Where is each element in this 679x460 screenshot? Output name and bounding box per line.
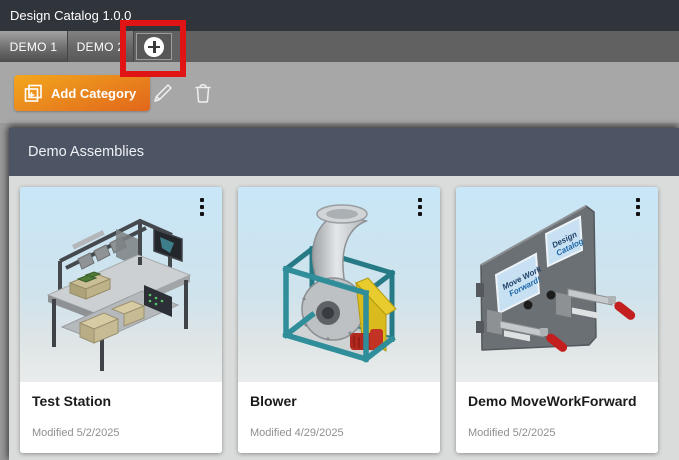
card-menu-kebab-icon[interactable] (630, 196, 646, 220)
window-title: Design Catalog 1.0.0 (10, 0, 131, 31)
title-bar: Design Catalog 1.0.0 (0, 0, 679, 31)
plus-icon (144, 37, 164, 57)
delete-button[interactable] (186, 76, 220, 110)
card-title: Blower (250, 393, 297, 409)
card-modified-date: Modified 5/2/2025 (468, 427, 555, 439)
add-category-label: Add Category (51, 86, 136, 101)
toolbar: Add Category (0, 62, 679, 123)
assembly-card-blower[interactable]: Blower Modified 4/29/2025 (238, 187, 440, 453)
fixture-plate-thumbnail: Move Work Forward! Design Catalog (456, 187, 658, 382)
card-menu-kebab-icon[interactable] (412, 196, 428, 220)
edit-button[interactable] (146, 76, 180, 110)
fixture-plate-3d-render: Move Work Forward! Design Catalog (456, 187, 658, 382)
assembly-card-demo-moveworkforward[interactable]: Move Work Forward! Design Catalog (456, 187, 658, 453)
card-modified-date: Modified 4/29/2025 (250, 427, 344, 439)
pencil-icon (150, 80, 176, 106)
card-modified-date: Modified 5/2/2025 (32, 427, 119, 439)
tab-demo-2[interactable]: DEMO 2 (68, 31, 134, 62)
category-panel: Demo Assemblies (9, 128, 679, 460)
category-header-label: Demo Assemblies (28, 128, 144, 176)
add-square-icon (24, 84, 43, 103)
card-info: Blower Modified 4/29/2025 (238, 382, 440, 453)
assembly-card-test-station[interactable]: Test Station Modified 5/2/2025 (20, 187, 222, 453)
blower-thumbnail (238, 187, 440, 382)
card-title: Test Station (32, 393, 111, 409)
workbench-3d-render (20, 187, 222, 382)
new-tab-button[interactable] (136, 33, 172, 60)
tab-demo-1-label: DEMO 1 (10, 40, 58, 54)
card-info: Demo MoveWorkForward Modified 5/2/2025 (456, 382, 658, 453)
test-station-thumbnail (20, 187, 222, 382)
card-title: Demo MoveWorkForward (468, 393, 637, 409)
tab-demo-1[interactable]: DEMO 1 (0, 31, 68, 62)
assemblies-grid: Test Station Modified 5/2/2025 (9, 176, 679, 460)
add-category-button[interactable]: Add Category (14, 75, 150, 111)
tab-demo-2-label: DEMO 2 (77, 40, 125, 54)
category-header: Demo Assemblies (9, 128, 679, 176)
blower-3d-render (238, 187, 440, 382)
card-menu-kebab-icon[interactable] (194, 196, 210, 220)
card-info: Test Station Modified 5/2/2025 (20, 382, 222, 453)
trash-icon (191, 81, 215, 105)
tab-bar: DEMO 1 DEMO 2 (0, 31, 679, 62)
